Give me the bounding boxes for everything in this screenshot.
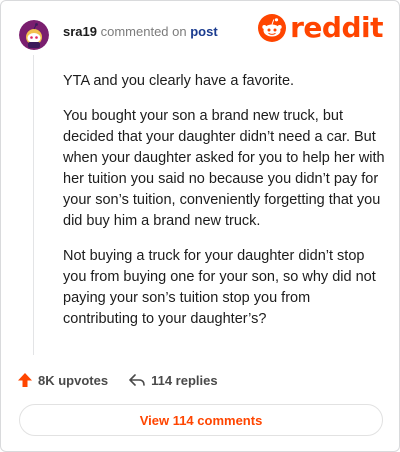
reddit-wordmark: reddit (290, 11, 383, 44)
comment-header: sra19 commented on post reddit (19, 13, 383, 51)
comment-card: sra19 commented on post reddit YTA and y… (0, 0, 400, 452)
thread-line[interactable] (33, 55, 34, 355)
username[interactable]: sra19 (63, 24, 97, 39)
comment-paragraph: Not buying a truck for your daughter did… (63, 248, 376, 327)
reply-arrow-icon (129, 374, 145, 386)
upvote-arrow-icon (18, 373, 32, 387)
upvote-button[interactable]: 8K upvotes (17, 372, 108, 388)
view-comments-button[interactable]: View 114 comments (19, 404, 383, 436)
user-avatar[interactable] (19, 20, 49, 50)
commented-label: commented on (100, 24, 187, 39)
comment-meta: sra19 commented on post (63, 24, 218, 40)
comment-paragraph: YTA and you clearly have a favorite. (63, 73, 295, 89)
reddit-snoo-icon (258, 14, 287, 42)
snoo-avatar-icon (19, 20, 49, 50)
reply-count: 114 replies (151, 372, 218, 388)
upvote-count: 8K upvotes (38, 372, 109, 388)
comment-actions: 8K upvotes 114 replies (17, 369, 238, 391)
comment-paragraph: You bought your son a brand new truck, b… (63, 108, 385, 229)
post-link[interactable]: post (190, 24, 217, 39)
reddit-logo[interactable]: reddit (258, 13, 383, 43)
reply-button[interactable]: 114 replies (128, 372, 218, 388)
comment-body: YTA and you clearly have a favorite. You… (63, 71, 389, 344)
